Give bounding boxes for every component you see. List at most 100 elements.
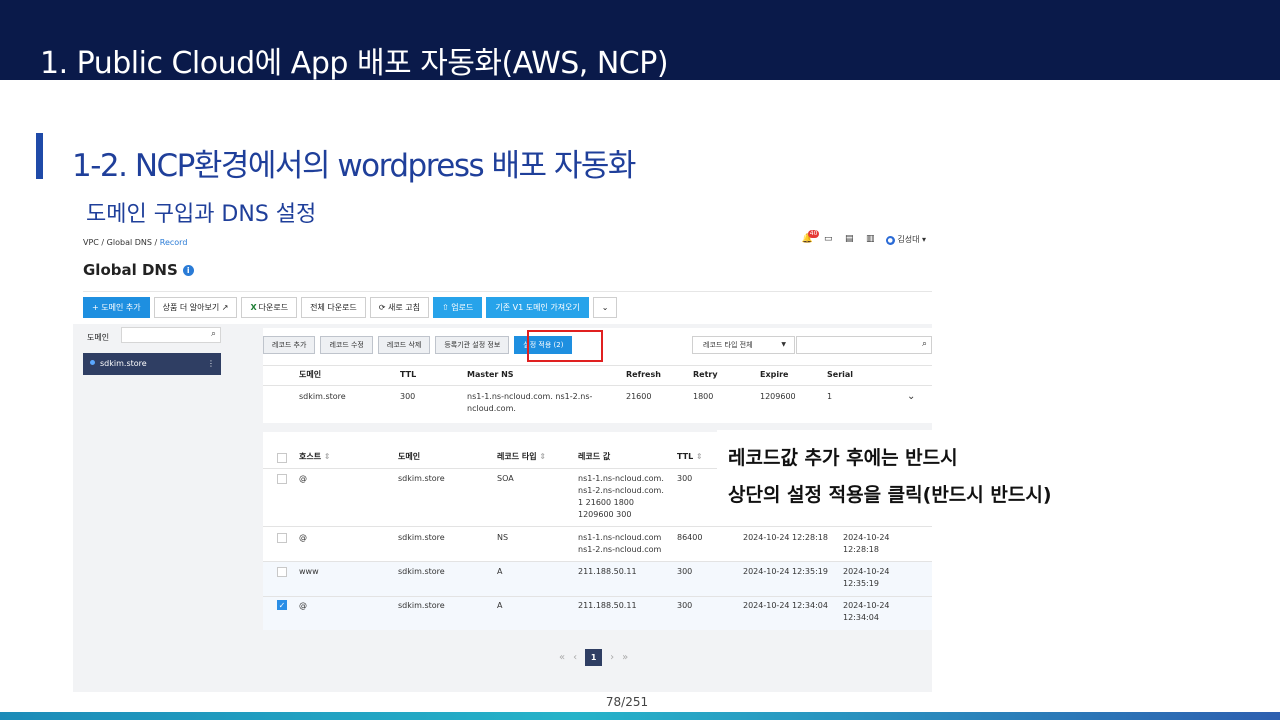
- table-cell: 300: [400, 392, 416, 401]
- breadcrumb-record[interactable]: Record: [160, 238, 188, 247]
- column-header: TTL: [400, 370, 417, 379]
- add-domain-button[interactable]: + 도메인 추가: [83, 297, 150, 318]
- column-header[interactable]: 레코드 타입 ⇕: [497, 451, 546, 463]
- table-cell: 211.188.50.11: [578, 601, 637, 610]
- callout-line-1: 레코드값 추가 후에는 반드시: [728, 447, 958, 469]
- sort-icon: ⇕: [539, 452, 547, 461]
- divider: [263, 526, 932, 527]
- slide-header: 1. Public Cloud에 App 배포 자동화(AWS, NCP): [0, 0, 1280, 81]
- breadcrumb-vpc[interactable]: VPC /: [83, 238, 104, 247]
- chevron-down-icon[interactable]: ⌄: [907, 391, 915, 403]
- domain-label: 도메인: [87, 333, 110, 342]
- section-subtitle: 도메인 구입과 DNS 설정: [86, 202, 317, 227]
- table-cell: NS: [497, 533, 509, 542]
- delete-record-button[interactable]: 레코드 삭제: [377, 336, 431, 354]
- table-cell: @: [299, 533, 307, 542]
- table-cell: ns1-2.ns-ncloud.com: [578, 545, 662, 554]
- domain-sidebar: 도메인 ⌕ sdkim.store ⋮: [73, 324, 243, 692]
- sort-icon: ⇕: [696, 452, 703, 461]
- more-chevron-button[interactable]: ⌄: [592, 297, 618, 318]
- table-cell: sdkim.store: [299, 392, 346, 401]
- footer-bar: [0, 712, 1280, 720]
- record-search-input[interactable]: ⌕: [796, 336, 932, 354]
- monitor-icon[interactable]: ▭: [823, 234, 834, 245]
- edit-record-button[interactable]: 레코드 수정: [320, 336, 373, 354]
- table-cell: sdkim.store: [398, 474, 445, 483]
- sidebar-item-domain[interactable]: sdkim.store ⋮: [83, 353, 221, 375]
- table-cell: @: [299, 474, 307, 483]
- row-checkbox[interactable]: [277, 533, 287, 543]
- column-header: Master NS: [467, 370, 514, 379]
- add-record-button[interactable]: 레코드 추가: [263, 336, 316, 354]
- table-cell: 1209600 300: [578, 510, 632, 519]
- row-checkbox[interactable]: [277, 567, 287, 577]
- column-header: Retry: [693, 370, 718, 379]
- section-title: 1-2. NCP환경에서의 wordpress 배포 자동화: [72, 148, 636, 184]
- prev-page-icon[interactable]: ‹: [573, 652, 577, 663]
- table-cell: 1: [827, 392, 833, 401]
- table-cell: 2024-10-24: [843, 601, 890, 610]
- column-header[interactable]: 호스트 ⇕: [299, 451, 331, 463]
- table-cell: A: [497, 567, 503, 576]
- table-cell: 21600: [626, 392, 652, 401]
- learn-more-button[interactable]: 상품 더 알아보기 ↗: [153, 297, 238, 318]
- next-page-icon[interactable]: ›: [610, 652, 614, 663]
- table-cell: 1800: [693, 392, 714, 401]
- pagination: « ‹ 1 › »: [559, 649, 628, 666]
- excel-icon: X: [250, 303, 257, 312]
- page-1-button[interactable]: 1: [585, 649, 603, 666]
- table-cell: A: [497, 601, 503, 610]
- upload-button[interactable]: ⇧ 업로드: [433, 297, 483, 318]
- first-page-icon[interactable]: «: [559, 652, 565, 663]
- column-header: Refresh: [626, 370, 661, 379]
- column-header: 도메인: [398, 452, 421, 461]
- notification-badge: 40: [807, 230, 820, 238]
- table-cell: ns1-1.ns-ncloud.com. ns1-2.ns-: [467, 392, 593, 401]
- row-checkbox[interactable]: ✓: [277, 600, 287, 610]
- table-cell: 300: [677, 474, 693, 483]
- document-icon[interactable]: ▤: [844, 234, 855, 245]
- table-cell: 1 21600 1800: [578, 498, 634, 507]
- status-dot: [90, 360, 95, 365]
- download-button[interactable]: X 다운로드: [241, 297, 298, 318]
- refresh-button[interactable]: ⟳ 새로 고침: [369, 297, 430, 318]
- kebab-menu-icon[interactable]: ⋮: [207, 353, 215, 375]
- info-icon[interactable]: i: [182, 265, 194, 276]
- page-number: 78/251: [605, 695, 649, 709]
- download-all-button[interactable]: 전체 다운로드: [301, 297, 366, 318]
- breadcrumb-global-dns[interactable]: Global DNS /: [107, 238, 158, 247]
- user-menu[interactable]: ● 김성대 ▾: [885, 234, 926, 245]
- row-checkbox[interactable]: [277, 474, 287, 484]
- column-header[interactable]: TTL ⇕: [677, 451, 703, 463]
- table-cell: sdkim.store: [398, 601, 445, 610]
- toolbar: + 도메인 추가 상품 더 알아보기 ↗ X 다운로드 전체 다운로드 ⟳ 새로 …: [83, 297, 618, 318]
- domain-search-input[interactable]: ⌕: [121, 327, 221, 343]
- registrar-info-button[interactable]: 등록기관 설정 정보: [435, 336, 510, 354]
- table-cell: SOA: [497, 474, 514, 483]
- table-cell: sdkim.store: [398, 533, 445, 542]
- import-v1-button[interactable]: 기존 V1 도메인 가져오기: [486, 297, 589, 318]
- select-all-checkbox[interactable]: [277, 453, 287, 463]
- table-cell: 1209600: [760, 392, 796, 401]
- table-cell: 2024-10-24: [843, 533, 890, 542]
- table-cell: 12:34:04: [843, 613, 879, 622]
- table-cell: sdkim.store: [398, 567, 445, 576]
- table-cell: @: [299, 601, 307, 610]
- search-icon[interactable]: ⌕: [211, 329, 216, 339]
- column-header: Serial: [827, 370, 854, 379]
- table-cell: ns1-1.ns-ncloud.com.: [578, 474, 664, 483]
- table-cell: 2024-10-24 12:35:19: [743, 567, 828, 576]
- table-cell: 2024-10-24 12:28:18: [743, 533, 828, 542]
- record-type-select[interactable]: 레코드 타입 전체 ▼: [692, 336, 795, 354]
- table-cell: ns1-2.ns-ncloud.com.: [578, 486, 664, 495]
- table-cell: 211.188.50.11: [578, 567, 637, 576]
- search-icon[interactable]: ⌕: [922, 339, 927, 349]
- last-page-icon[interactable]: »: [622, 652, 628, 663]
- sort-icon: ⇕: [323, 452, 331, 461]
- highlight-box: [527, 330, 603, 362]
- callout-line-2: 상단의 설정 적용을 클릭(반드시 반드시): [728, 484, 1052, 506]
- table-cell: www: [299, 567, 319, 576]
- bell-icon[interactable]: 🔔 40: [802, 230, 820, 245]
- table-cell: 86400: [677, 533, 703, 542]
- book-icon[interactable]: ▥: [865, 234, 876, 245]
